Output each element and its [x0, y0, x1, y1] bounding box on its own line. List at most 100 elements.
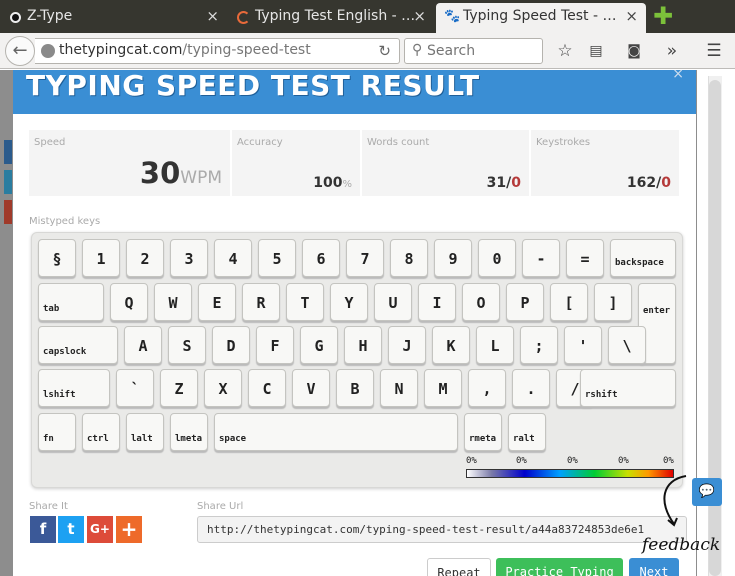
- key-A: A: [124, 326, 162, 364]
- background-block: [4, 170, 12, 194]
- url-bar[interactable]: thetypingcat.com/typing-speed-test ↻: [35, 38, 400, 64]
- key-J: J: [388, 326, 426, 364]
- curved-arrow-icon: [663, 475, 687, 527]
- stat-label: Accuracy: [237, 137, 283, 148]
- key-symbol: =: [566, 239, 604, 277]
- key-R: R: [242, 283, 280, 321]
- share-url-field[interactable]: http://thetypingcat.com/typing-speed-tes…: [197, 516, 687, 543]
- key-M: M: [424, 369, 462, 407]
- key-U: U: [374, 283, 412, 321]
- key-2: 2: [126, 239, 164, 277]
- next-button[interactable]: Next: [629, 558, 679, 576]
- stat-value: 162/0: [627, 175, 671, 191]
- background-block: [4, 140, 12, 164]
- bookmark-star-icon[interactable]: ☆: [553, 39, 577, 63]
- key-backspace: backspace: [610, 239, 676, 277]
- reload-icon[interactable]: ↻: [378, 42, 391, 60]
- share-url-text: http://thetypingcat.com/typing-speed-tes…: [207, 523, 645, 536]
- search-input[interactable]: [427, 41, 537, 61]
- key-G: G: [300, 326, 338, 364]
- search-box[interactable]: ⚲: [404, 38, 543, 64]
- key-N: N: [380, 369, 418, 407]
- key-B: B: [336, 369, 374, 407]
- stat-words: Words count 31/0: [362, 130, 531, 196]
- speed-value: 30: [139, 156, 181, 190]
- keystrokes-value: 162/: [626, 175, 662, 191]
- tab-typing-test-english[interactable]: Typing Test English - … ×: [228, 3, 434, 33]
- key-H: H: [344, 326, 382, 364]
- reading-list-icon[interactable]: ▤: [584, 39, 608, 63]
- arrow-left-icon: ←: [12, 40, 28, 61]
- close-icon[interactable]: ×: [413, 3, 426, 30]
- feedback-label[interactable]: feedback: [642, 535, 720, 555]
- key-fn: fn: [38, 413, 76, 451]
- key-symbol: \: [608, 326, 646, 364]
- tab-typing-speed-test[interactable]: 🐾 Typing Speed Test - … ×: [436, 3, 646, 33]
- key-9: 9: [434, 239, 472, 277]
- tab-ztype[interactable]: Z-Type ×: [0, 3, 227, 33]
- url-domain: thetypingcat.com: [59, 42, 183, 58]
- key-C: C: [248, 369, 286, 407]
- key-lshift: lshift: [38, 369, 110, 407]
- overflow-chevron-icon[interactable]: »: [660, 39, 684, 63]
- feedback-button[interactable]: 💬: [692, 478, 722, 506]
- key-capslock: capslock: [38, 326, 118, 364]
- key-symbol: `: [116, 369, 154, 407]
- share-label: Share It: [29, 501, 68, 512]
- back-button[interactable]: ←: [5, 36, 35, 66]
- key-V: V: [292, 369, 330, 407]
- facebook-share-button[interactable]: f: [30, 516, 56, 543]
- pocket-icon[interactable]: ◙: [622, 39, 646, 63]
- key-W: W: [154, 283, 192, 321]
- speed-unit: WPM: [180, 168, 222, 188]
- twitter-share-button[interactable]: t: [58, 516, 84, 543]
- key-4: 4: [214, 239, 252, 277]
- repeat-button[interactable]: Repeat: [427, 558, 491, 576]
- key-5: 5: [258, 239, 296, 277]
- close-icon[interactable]: ×: [625, 3, 638, 30]
- key-Q: Q: [110, 283, 148, 321]
- key-O: O: [462, 283, 500, 321]
- tab-strip: Z-Type × Typing Test English - … × 🐾 Typ…: [0, 0, 735, 33]
- practice-typing-button[interactable]: Practice Typing: [496, 558, 623, 576]
- key-P: P: [506, 283, 544, 321]
- chat-icon: 💬: [698, 484, 716, 499]
- heatmap-legend: 0% 0% 0% 0% 0%: [466, 456, 674, 486]
- key-lalt: lalt: [126, 413, 164, 451]
- key-8: 8: [390, 239, 428, 277]
- stat-keystrokes: Keystrokes 162/0: [531, 130, 679, 196]
- modal-title: TYPING SPEED TEST RESULT: [26, 70, 480, 102]
- url-text[interactable]: thetypingcat.com/typing-speed-test: [59, 42, 311, 58]
- key-D: D: [212, 326, 250, 364]
- more-share-button[interactable]: +: [116, 516, 142, 543]
- key-6: 6: [302, 239, 340, 277]
- stat-value: 30WPM: [140, 156, 222, 190]
- key-7: 7: [346, 239, 384, 277]
- tab-title: Typing Speed Test - …: [463, 8, 617, 24]
- key-ctrl: ctrl: [82, 413, 120, 451]
- stat-value: 31/0: [487, 175, 521, 191]
- key-symbol: [: [550, 283, 588, 321]
- menu-icon[interactable]: ☰: [702, 39, 726, 63]
- tab-title: Typing Test English - …: [255, 8, 416, 24]
- key-X: X: [204, 369, 242, 407]
- legend-percent: 0%: [516, 456, 527, 466]
- key-symbol: ': [564, 326, 602, 364]
- mistyped-keys-label: Mistyped keys: [29, 216, 101, 227]
- accuracy-unit: %: [342, 179, 352, 190]
- key-F: F: [256, 326, 294, 364]
- close-icon[interactable]: ×: [672, 70, 684, 82]
- keyboard-heatmap: § 1 2 3 4 5 6 7 8 9 0- = backspace tab Q W E R T Y U I O P[] ent…: [31, 232, 683, 488]
- stat-label: Words count: [367, 137, 430, 148]
- close-icon[interactable]: ×: [206, 3, 219, 30]
- key-lmeta: lmeta: [170, 413, 208, 451]
- key-3: 3: [170, 239, 208, 277]
- stat-label: Speed: [34, 137, 66, 148]
- paw-icon: 🐾: [444, 9, 461, 24]
- new-tab-button[interactable]: ✚: [650, 4, 676, 28]
- result-modal: TYPING SPEED TEST RESULT × Speed 30WPM A…: [13, 70, 696, 576]
- key-symbol: ]: [594, 283, 632, 321]
- stat-value: 100%: [313, 175, 352, 191]
- googleplus-share-button[interactable]: G+: [87, 516, 113, 543]
- share-url-label: Share Url: [197, 501, 244, 512]
